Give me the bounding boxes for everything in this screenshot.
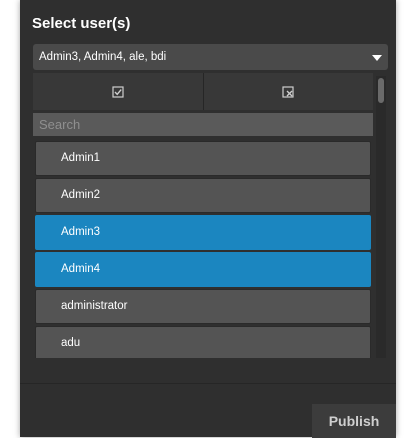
user-list-item-label: Admin4 (61, 263, 100, 275)
select-all-icon (112, 85, 124, 98)
user-list-item[interactable]: Admin1 (35, 141, 371, 176)
scrollbar-track[interactable] (376, 76, 386, 358)
user-list-item[interactable]: Admin2 (35, 178, 371, 213)
selection-toolbar (33, 73, 373, 110)
publish-button[interactable]: Publish (312, 404, 396, 438)
user-list-item-label: administrator (61, 300, 128, 312)
user-list-item[interactable]: administrator (35, 289, 371, 324)
user-list-container: Admin1 Admin2 Admin3 Admin4 administrator adu (33, 73, 388, 358)
user-list-item-label: adu (61, 337, 81, 349)
deselect-all-button[interactable] (202, 73, 374, 110)
deselect-all-icon (282, 85, 294, 98)
caret-down-icon[interactable] (372, 55, 382, 61)
user-list-item-label: Admin2 (61, 189, 100, 201)
select-all-button[interactable] (33, 73, 203, 110)
user-list: Admin1 Admin2 Admin3 Admin4 administrator adu (35, 141, 371, 358)
dialog-footer: Publish (20, 383, 396, 438)
user-list-item[interactable]: Admin3 (35, 215, 371, 250)
user-list-item-label: Admin3 (61, 226, 100, 238)
user-list-item-label: Admin1 (61, 152, 100, 164)
user-list-item[interactable]: adu (35, 326, 371, 358)
panel-title: Select user(s) (32, 15, 131, 32)
search-input[interactable] (33, 113, 373, 136)
scrollbar-thumb[interactable] (378, 78, 384, 103)
user-list-item[interactable]: Admin4 (35, 252, 371, 287)
select-users-panel: Select user(s) Admin3, Admin4, ale, bdi … (20, 0, 396, 438)
selected-users-dropdown[interactable]: Admin3, Admin4, ale, bdi (33, 44, 388, 70)
selected-users-summary: Admin3, Admin4, ale, bdi (39, 51, 167, 63)
